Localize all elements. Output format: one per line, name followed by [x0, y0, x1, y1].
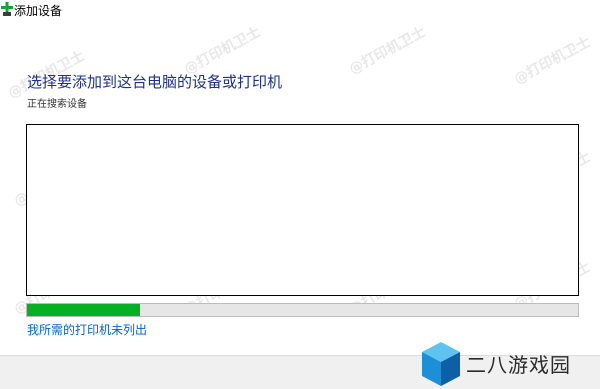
search-status: 正在搜索设备: [27, 99, 87, 110]
cube-logo: [422, 342, 460, 386]
watermark: @打印机卫士: [346, 24, 429, 78]
title-bar: 添加设备: [0, 0, 600, 24]
brand-text: 二八游戏园: [466, 353, 571, 377]
page-heading: 选择要添加到这台电脑的设备或打印机: [27, 73, 283, 91]
window-title: 添加设备: [14, 4, 63, 18]
device-list[interactable]: [26, 124, 579, 296]
search-progress-bar: [26, 303, 579, 317]
brand-badge: 二八游戏园: [420, 340, 600, 389]
printer-not-listed-link[interactable]: 我所需的打印机未列出: [27, 323, 147, 337]
watermark: @打印机卫士: [181, 24, 264, 78]
watermark: @打印机卫士: [511, 34, 594, 88]
add-device-plus-icon: [1, 2, 13, 16]
progress-fill: [27, 304, 140, 316]
